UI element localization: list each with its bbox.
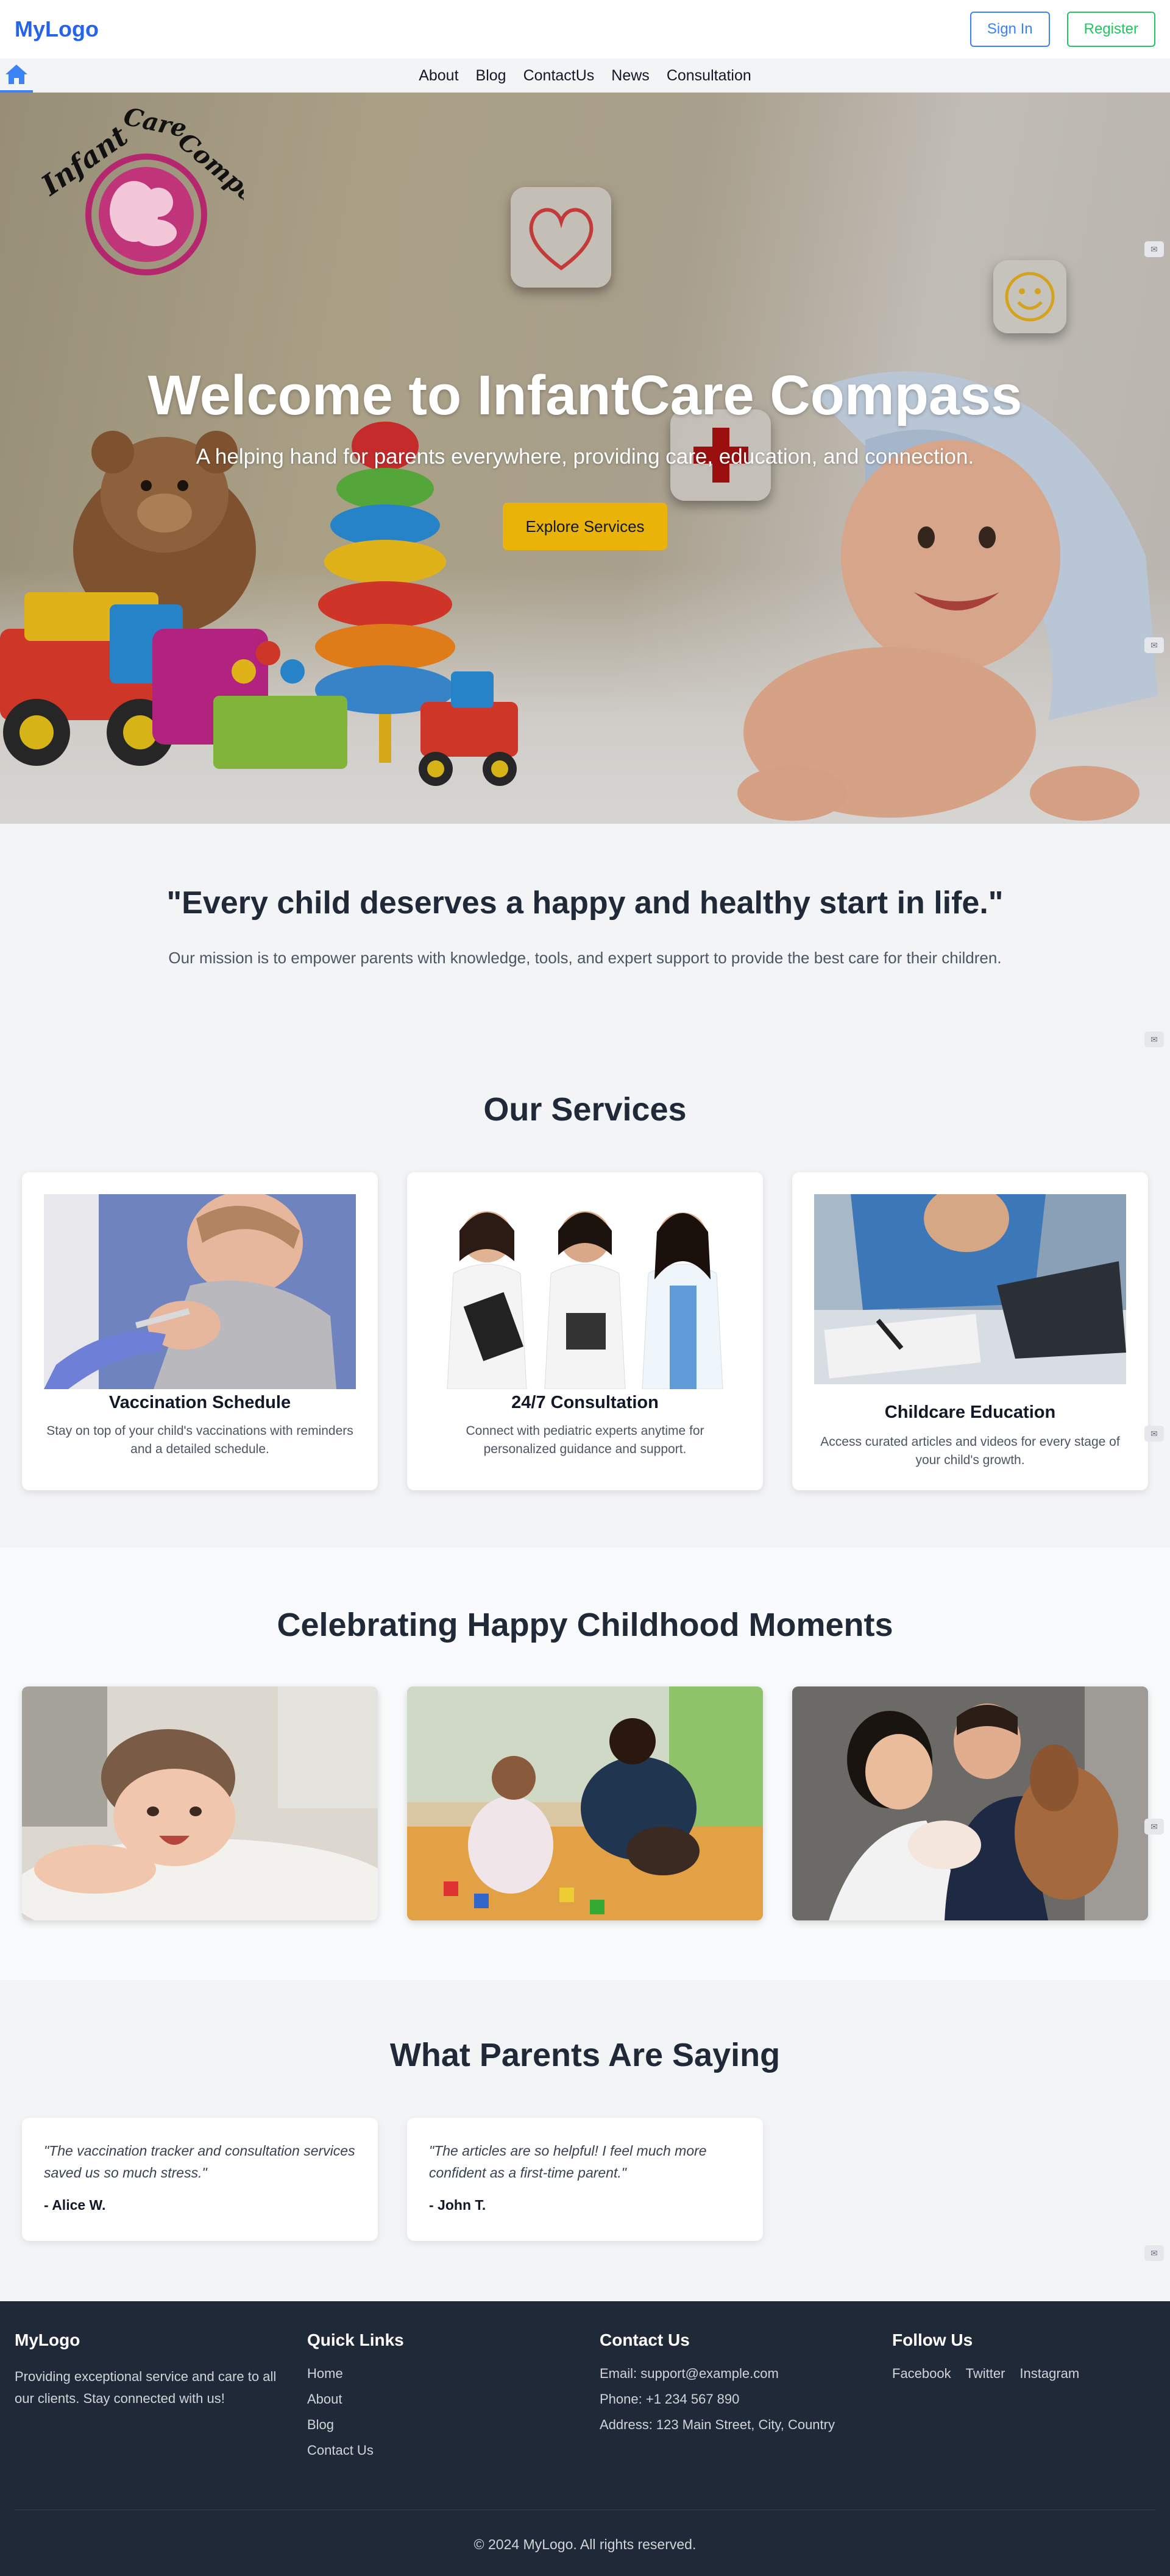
side-mail-icon[interactable]: ✉ — [1144, 1031, 1164, 1047]
nav-news[interactable]: News — [611, 67, 650, 85]
footer-brand-column: MyLogo Providing exceptional service and… — [15, 2330, 283, 2410]
service-card-desc: Access curated articles and videos for e… — [820, 1435, 1120, 1467]
side-mail-icon[interactable]: ✉ — [1144, 637, 1164, 653]
moment-photo-family — [792, 1686, 1148, 1920]
site-logo[interactable]: MyLogo — [15, 16, 99, 42]
nav-consultation[interactable]: Consultation — [667, 67, 751, 85]
nav-about[interactable]: About — [419, 67, 458, 85]
svg-text:Care: Care — [121, 105, 190, 143]
service-card-vaccination[interactable]: Vaccination Schedule Stay on top of your… — [22, 1172, 378, 1490]
nav-contactus[interactable]: ContactUs — [523, 67, 595, 85]
footer-contact-title: Contact Us — [600, 2330, 690, 2349]
testimonial-author: - John T. — [429, 2197, 486, 2213]
explore-services-button[interactable]: Explore Services — [503, 503, 667, 550]
social-links: Facebook Twitter Instagram — [892, 2366, 1160, 2391]
family-dog-photo — [792, 1686, 1148, 1920]
social-twitter[interactable]: Twitter — [966, 2366, 1005, 2382]
consultation-image — [429, 1194, 741, 1389]
services-title: Our Services — [483, 1091, 687, 1128]
smiley-tile — [993, 260, 1066, 333]
service-card-consultation[interactable]: 24/7 Consultation Connect with pediatric… — [407, 1172, 763, 1490]
service-card-title: Vaccination Schedule — [108, 1393, 291, 1412]
vaccination-illustration — [44, 1194, 356, 1389]
footer-link-about[interactable]: About — [307, 2391, 575, 2407]
moment-photo-baby — [22, 1686, 378, 1920]
footer-follow-column: Follow Us Facebook Twitter Instagram — [892, 2330, 1160, 2391]
footer-follow-title: Follow Us — [892, 2330, 973, 2349]
register-button[interactable]: Register — [1066, 12, 1155, 47]
footer-address: Address: 123 Main Street, City, Country — [600, 2417, 835, 2432]
testimonial-card: "The articles are so helpful! I feel muc… — [407, 2118, 763, 2241]
sign-in-button[interactable]: Sign In — [970, 12, 1050, 47]
vaccination-image — [44, 1194, 356, 1389]
service-card-desc: Stay on top of your child's vaccinations… — [46, 1424, 353, 1456]
main-nav: About Blog ContactUs News Consultation — [0, 58, 1170, 93]
smiley-icon — [1005, 272, 1055, 322]
education-image — [814, 1194, 1126, 1384]
footer-contact-column: Contact Us Email: support@example.com Ph… — [600, 2330, 868, 2443]
testimonial-quote: "The vaccination tracker and consultatio… — [44, 2143, 355, 2181]
footer-link-blog[interactable]: Blog — [307, 2417, 575, 2433]
baby-hat-photo — [22, 1686, 378, 1920]
hero-subtitle: A helping hand for parents everywhere, p… — [196, 445, 974, 469]
nav-links: About Blog ContactUs News Consultation — [0, 58, 1170, 93]
service-card-title: 24/7 Consultation — [511, 1393, 659, 1412]
heart-icon — [529, 207, 593, 271]
mother-child-play-photo — [407, 1686, 763, 1920]
footer-copyright: © 2024 MyLogo. All rights reserved. — [473, 2536, 697, 2552]
service-card-desc: Connect with pediatric experts anytime f… — [466, 1424, 704, 1456]
moments-title: Celebrating Happy Childhood Moments — [277, 1607, 893, 1643]
heart-tile — [511, 187, 611, 288]
education-illustration — [814, 1194, 1126, 1384]
side-mail-icon[interactable]: ✉ — [1144, 241, 1164, 257]
moment-photo-play — [407, 1686, 763, 1920]
footer-link-home[interactable]: Home — [307, 2366, 575, 2382]
mission-section: "Every child deserves a happy and health… — [0, 824, 1170, 967]
social-instagram[interactable]: Instagram — [1019, 2366, 1079, 2382]
doctors-illustration — [429, 1194, 741, 1389]
infant-care-compass-logo: Infant Care Compass — [37, 105, 244, 275]
footer-phone: Phone: +1 234 567 890 — [600, 2391, 740, 2407]
hero-section: Infant Care Compass Welcome to InfantCar… — [0, 93, 1170, 824]
footer-link-contact[interactable]: Contact Us — [307, 2443, 575, 2458]
side-mail-icon[interactable]: ✉ — [1144, 1819, 1164, 1835]
testimonial-quote: "The articles are so helpful! I feel muc… — [429, 2143, 707, 2181]
hero-title: Welcome to InfantCare Compass — [147, 364, 1023, 426]
side-mail-icon[interactable]: ✉ — [1144, 1426, 1164, 1442]
social-facebook[interactable]: Facebook — [892, 2366, 951, 2382]
side-mail-icon[interactable]: ✉ — [1144, 2245, 1164, 2261]
footer-logo[interactable]: MyLogo — [15, 2330, 283, 2350]
service-card-title: Childcare Education — [884, 1403, 1056, 1422]
footer-quick-links: Quick Links Home About Blog Contact Us — [307, 2330, 575, 2468]
site-footer: MyLogo Providing exceptional service and… — [0, 2301, 1170, 2576]
footer-quick-links-title: Quick Links — [307, 2330, 404, 2349]
testimonials-title: What Parents Are Saying — [389, 2037, 781, 2073]
services-section: Our Services Vaccination Schedule Stay o… — [0, 1024, 1170, 1548]
footer-about-text: Providing exceptional service and care t… — [15, 2369, 277, 2406]
mission-quote: "Every child deserves a happy and health… — [166, 885, 1004, 921]
nav-blog[interactable]: Blog — [476, 67, 506, 85]
mission-text: Our mission is to empower parents with k… — [168, 949, 1002, 967]
footer-email: Email: support@example.com — [600, 2366, 779, 2381]
auth-buttons: Sign In Register — [970, 12, 1155, 47]
testimonial-card: "The vaccination tracker and consultatio… — [22, 2118, 378, 2241]
testimonial-author: - Alice W. — [44, 2197, 106, 2213]
service-card-education[interactable]: Childcare Education Access curated artic… — [792, 1172, 1148, 1490]
top-header: MyLogo Sign In Register — [0, 0, 1170, 58]
